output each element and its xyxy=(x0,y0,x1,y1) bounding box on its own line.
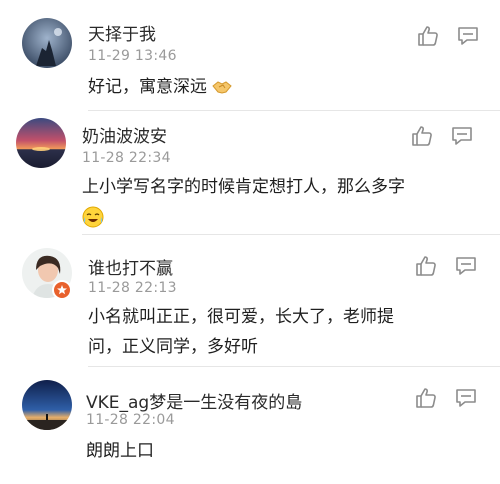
thumbs-up-icon[interactable] xyxy=(414,386,438,410)
comment-text: 朗朗上口 xyxy=(86,436,154,466)
comment-text-line: 小名就叫正正，很可爱，长大了，老师提 xyxy=(88,307,394,327)
username[interactable]: VKE_ag梦是一生没有夜的島 xyxy=(86,388,302,413)
comment-icon[interactable] xyxy=(454,386,478,410)
comment-text: 好记，寓意深远 xyxy=(88,72,233,102)
username[interactable]: 奶油波波安 xyxy=(82,122,167,147)
comment-text-line: 上小学写名字的时候肯定想打人，那么多字 xyxy=(82,177,405,197)
comment-icon[interactable] xyxy=(454,254,478,278)
comment-item: 奶油波波安 11-28 22:34 上小学写名字的时候肯定想打人，那么多字 xyxy=(0,110,500,234)
avatar[interactable] xyxy=(16,118,66,168)
comment-item: 谁也打不赢 11-28 22:13 小名就叫正正，很可爱，长大了，老师提 问，正… xyxy=(0,234,500,366)
thumbs-up-icon[interactable] xyxy=(416,24,440,48)
comment-text-line: 好记，寓意深远 xyxy=(88,77,207,97)
comment-text-line: 问，正义同学，多好听 xyxy=(88,337,258,357)
username[interactable]: 天择于我 xyxy=(88,20,156,45)
timestamp: 11-28 22:04 xyxy=(86,412,175,428)
comment-item: 天择于我 11-29 13:46 好记，寓意深远 xyxy=(0,0,500,120)
avatar[interactable] xyxy=(22,18,72,68)
comment-text-line: 朗朗上口 xyxy=(86,441,154,461)
avatar[interactable] xyxy=(22,380,72,430)
username[interactable]: 谁也打不赢 xyxy=(88,254,173,279)
thumbs-up-icon[interactable] xyxy=(410,124,434,148)
comment-item: VKE_ag梦是一生没有夜的島 11-28 22:04 朗朗上口 xyxy=(0,366,500,484)
handshake-emoji xyxy=(211,76,233,98)
thumbs-up-icon[interactable] xyxy=(414,254,438,278)
comment-icon[interactable] xyxy=(450,124,474,148)
laugh-cry-emoji xyxy=(82,206,104,228)
verified-badge xyxy=(52,280,72,300)
comment-icon[interactable] xyxy=(456,24,480,48)
timestamp: 11-28 22:13 xyxy=(88,280,177,296)
timestamp: 11-28 22:34 xyxy=(82,150,171,166)
comment-text: 上小学写名字的时候肯定想打人，那么多字 xyxy=(82,172,405,232)
comment-text: 小名就叫正正，很可爱，长大了，老师提 问，正义同学，多好听 xyxy=(88,302,394,362)
timestamp: 11-29 13:46 xyxy=(88,48,177,64)
